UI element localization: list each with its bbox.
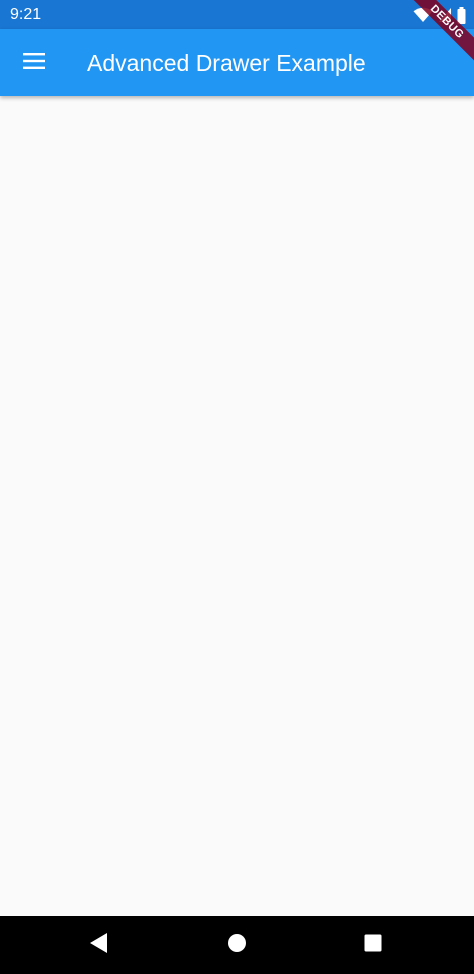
home-icon xyxy=(227,933,247,958)
status-icons xyxy=(413,6,466,24)
status-bar: 9:21 xyxy=(0,0,474,29)
menu-button[interactable] xyxy=(10,39,58,87)
cell-signal-icon xyxy=(438,7,452,23)
nav-back-button[interactable] xyxy=(82,928,116,962)
recents-icon xyxy=(364,934,382,957)
status-time: 9:21 xyxy=(10,6,42,23)
page-title: Advanced Drawer Example xyxy=(87,50,366,76)
app-bar: Advanced Drawer Example xyxy=(0,29,474,96)
nav-recents-button[interactable] xyxy=(356,928,390,962)
hamburger-menu-icon xyxy=(22,52,46,75)
battery-icon xyxy=(457,6,466,24)
system-navigation-bar xyxy=(0,916,474,974)
wifi-icon xyxy=(413,7,433,23)
main-content xyxy=(0,96,474,916)
nav-home-button[interactable] xyxy=(220,928,254,962)
back-icon xyxy=(89,932,109,959)
